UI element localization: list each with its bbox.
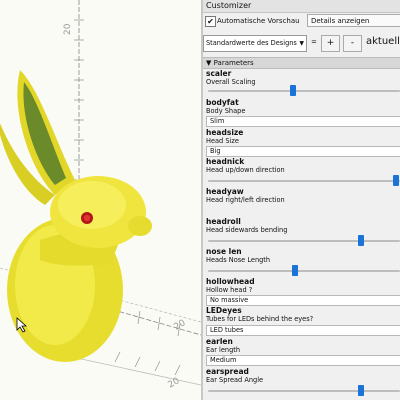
customizer-panel: Customizer ✔ Automatische Vorschau Detai…	[203, 0, 400, 400]
param-slider[interactable]	[206, 235, 400, 247]
param-headyaw: headyaw Head right/left direction	[206, 187, 400, 217]
preset-select[interactable]: Standardwerte des Designs ▼	[203, 35, 307, 52]
slider-track	[208, 240, 400, 242]
param-combobox[interactable]: LED tubes	[206, 325, 400, 336]
expand-triangle-icon: ▼	[206, 59, 212, 67]
param-description: Ear Spread Angle	[206, 376, 264, 384]
param-description: Hollow head ?	[206, 286, 253, 294]
param-ledeyes: LEDeyes Tubes for LEDs behind the eyes? …	[206, 306, 400, 336]
param-combobox[interactable]: No massive	[206, 295, 400, 306]
param-combobox[interactable]: Slim	[206, 116, 400, 127]
slider-track	[208, 390, 400, 392]
chevron-down-icon: ▼	[299, 40, 304, 47]
param-name: earlen	[206, 337, 233, 346]
param-description: Body Shape	[206, 107, 246, 115]
param-earlen: earlen Ear length Medium	[206, 337, 400, 367]
rabbit-model-render: 20 20 20	[0, 0, 201, 391]
param-combobox[interactable]: Big	[206, 146, 400, 157]
preset-select-value: Standardwerte des Designs	[206, 39, 297, 47]
slider-thumb[interactable]	[393, 175, 400, 186]
param-earspread: earspread Ear Spread Angle	[206, 367, 400, 397]
parameters-header-label: Parameters	[213, 59, 254, 67]
param-bodyfat: bodyfat Body Shape Slim	[206, 98, 400, 128]
auto-preview-label: Automatische Vorschau	[217, 17, 300, 25]
param-name: hollowhead	[206, 277, 255, 286]
slider-thumb[interactable]	[358, 235, 365, 246]
preset-separator: =	[311, 38, 317, 46]
param-name: earspread	[206, 367, 249, 376]
slider-thumb[interactable]	[292, 265, 299, 276]
param-headroll: headroll Head sidewards bending	[206, 217, 400, 247]
y-axis-label: 20	[63, 23, 73, 35]
param-description: Tubes for LEDs behind the eyes?	[206, 315, 314, 323]
param-slider[interactable]	[206, 385, 400, 397]
slider-thumb[interactable]	[358, 385, 365, 396]
preview-row: ✔ Automatische Vorschau Details anzeigen	[203, 14, 400, 28]
slider-track	[208, 270, 400, 272]
rabbit-body	[0, 70, 152, 362]
param-description: Head right/left direction	[206, 196, 285, 204]
param-description: Head Size	[206, 137, 239, 145]
3d-viewport[interactable]: 20 20 20	[0, 0, 201, 400]
param-description: Head up/down direction	[206, 166, 285, 174]
param-combobox[interactable]: Medium	[206, 355, 400, 366]
show-details-button[interactable]: Details anzeigen	[307, 14, 400, 27]
x-axis-label: 20	[173, 318, 188, 333]
add-preset-button[interactable]: +	[321, 35, 340, 52]
param-slider[interactable]	[206, 85, 400, 97]
param-hollowhead: hollowhead Hollow head ? No massive	[206, 277, 400, 307]
param-slider[interactable]	[206, 265, 400, 277]
param-scaler: scaler Overall Scaling	[206, 69, 400, 99]
param-name: nose len	[206, 247, 242, 256]
param-description: Head sidewards bending	[206, 226, 288, 234]
param-name: headyaw	[206, 187, 244, 196]
param-slider[interactable]	[206, 175, 400, 187]
param-description: Heads Nose Length	[206, 256, 271, 264]
param-description: Ear length	[206, 346, 241, 354]
param-name: bodyfat	[206, 98, 239, 107]
preset-row: Standardwerte des Designs ▼ = + - aktuel…	[203, 33, 400, 53]
slider-track	[208, 90, 400, 92]
current-preset-label[interactable]: aktuelle	[366, 36, 400, 47]
remove-preset-button[interactable]: -	[343, 35, 362, 52]
customizer-title: Customizer	[203, 0, 400, 13]
param-nose-len: nose len Heads Nose Length	[206, 247, 400, 277]
param-name: scaler	[206, 69, 232, 78]
param-name: headsize	[206, 128, 244, 137]
param-headsize: headsize Head Size Big	[206, 128, 400, 158]
param-headnick: headnick Head up/down direction	[206, 157, 400, 187]
param-name: headnick	[206, 157, 245, 166]
slider-thumb[interactable]	[290, 85, 297, 96]
param-name: LEDeyes	[206, 306, 242, 315]
auto-preview-checkbox[interactable]: ✔	[205, 16, 216, 27]
parameters-header[interactable]: ▼ Parameters	[203, 57, 400, 69]
slider-track	[208, 180, 400, 182]
param-name: headroll	[206, 217, 241, 226]
